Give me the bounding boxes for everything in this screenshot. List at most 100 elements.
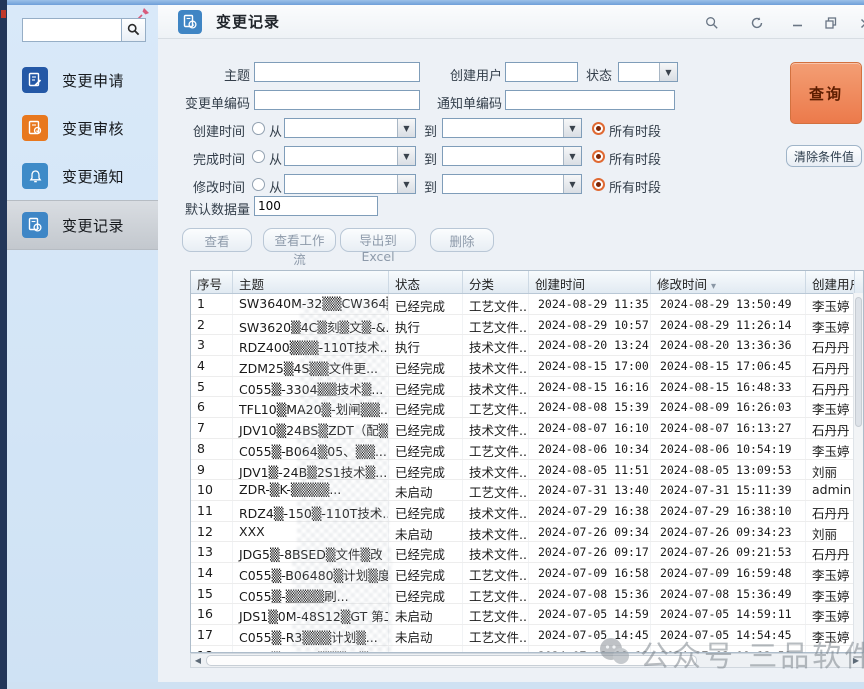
modify-from-date-dropdown[interactable]: ▼ — [284, 174, 416, 194]
column-header-3[interactable]: 分类 — [463, 271, 529, 293]
table-row[interactable]: 17C055▒-R3▒▒▒计划▒...未启动工艺文件...2024-07-05 … — [191, 625, 863, 646]
search-button[interactable] — [121, 18, 146, 42]
cell: 2024-07-09 16:59:48 — [651, 563, 806, 583]
cell: 2024-07-08 15:36:49 — [651, 584, 806, 604]
vertical-scrollbar-thumb[interactable] — [855, 297, 862, 427]
cell: 李玉婷 — [806, 315, 855, 335]
cell: 技术文件... — [463, 501, 529, 521]
clear-conditions-button[interactable]: 清除条件值 — [786, 145, 862, 167]
table-row[interactable]: 16JDS1▒0M-48S12▒GT 第二...未启动工艺文件...2024-0… — [191, 604, 863, 625]
table-row[interactable]: 14C055▒-B06480▒计划▒度单已经完成工艺文件...2024-07-0… — [191, 563, 863, 584]
view-button[interactable]: 查看 — [182, 228, 252, 252]
table-row[interactable]: 7JDV10▒24BS▒ZDT（配▒...已经完成技术文件...2024-08-… — [191, 418, 863, 439]
cell: admin — [806, 480, 855, 500]
cell: 工艺文件... — [463, 646, 529, 653]
finish-to-date-dropdown[interactable]: ▼ — [442, 146, 582, 166]
sidebar-item-change-request[interactable]: 变更申请 — [7, 56, 158, 104]
sidebar-item-change-review[interactable]: 变更审核 — [7, 104, 158, 152]
to-label: 到 — [423, 149, 437, 168]
table-row[interactable]: 5C055▒-3304▒▒技术▒...已经完成技术文件...2024-08-15… — [191, 377, 863, 398]
cell: 1 — [191, 294, 233, 314]
column-header-5[interactable]: 修改时间▾ — [651, 271, 806, 293]
finish-from-date-dropdown[interactable]: ▼ — [284, 146, 416, 166]
status-dropdown[interactable]: ▼ — [618, 62, 678, 82]
cell: 李玉婷 — [806, 604, 855, 624]
all-period-radio[interactable] — [592, 178, 605, 191]
table-row[interactable]: 11RDZ4▒-150▒-110T技术...已经完成技术文件...2024-07… — [191, 501, 863, 522]
change-code-input[interactable] — [254, 90, 420, 110]
range-radio[interactable] — [252, 178, 265, 191]
cell: JDV10▒24BS▒ZDT（配▒... — [233, 418, 389, 438]
table-row[interactable]: 18C055▒-R304▒▒▒刷▒...已经完成工艺文件...2024-07-0… — [191, 646, 863, 653]
column-header-4[interactable]: 创建时间 — [529, 271, 651, 293]
cell: 2024-08-15 16:48:33 — [651, 377, 806, 397]
table-row[interactable]: 10ZDR-▒K-▒▒▒▒...未启动工艺文件...2024-07-31 13:… — [191, 480, 863, 501]
restore-icon[interactable] — [822, 14, 840, 32]
to-label: 到 — [423, 121, 437, 140]
subject-input[interactable] — [254, 62, 420, 82]
table-row[interactable]: 9JDV1▒-24B▒2S1技术▒...已经完成技术文件...2024-08-0… — [191, 460, 863, 481]
scroll-right-arrow-icon[interactable]: ▶ — [849, 654, 863, 667]
delete-button[interactable]: 删除 — [430, 228, 494, 252]
cell: C055▒-B064▒05、▒▒... — [233, 439, 389, 459]
view-workflow-button[interactable]: 查看工作流 — [263, 228, 336, 252]
create-user-input[interactable] — [505, 62, 578, 82]
table-row[interactable]: 15C055▒-▒▒▒▒刷...已经完成工艺文件...2024-07-08 15… — [191, 584, 863, 605]
cell: 2024-07-02 09:13:59 — [651, 646, 806, 653]
table-row[interactable]: 4ZDM25▒4S▒▒文件更...已经完成技术文件...2024-08-15 1… — [191, 356, 863, 377]
doc-record-icon — [178, 10, 202, 34]
table-row[interactable]: 8C055▒-B064▒05、▒▒...已经完成工艺文件...2024-08-0… — [191, 439, 863, 460]
horizontal-scrollbar[interactable]: ◀ ▶ — [190, 653, 864, 668]
column-header-2[interactable]: 状态 — [389, 271, 463, 293]
table-row[interactable]: 3RDZ400▒▒▒-110T技术...执行技术文件...2024-08-20 … — [191, 335, 863, 356]
horizontal-scrollbar-thumb[interactable] — [206, 655, 697, 666]
cell: 工艺文件... — [463, 625, 529, 645]
range-radio[interactable] — [252, 122, 265, 135]
table-row[interactable]: 13JDG5▒-8BSED▒文件▒改已经完成技术文件...2024-07-26 … — [191, 542, 863, 563]
range-radio[interactable] — [252, 150, 265, 163]
vertical-scrollbar[interactable] — [853, 293, 863, 652]
query-button[interactable]: 查询 — [790, 62, 862, 124]
cell: 未启动 — [389, 522, 463, 542]
default-rows-input[interactable] — [254, 196, 378, 216]
chevron-down-icon: ▼ — [397, 147, 415, 165]
create-from-date-dropdown[interactable]: ▼ — [284, 118, 416, 138]
table-row[interactable]: 6TFL10▒MA20▒-划闸▒▒...已经完成工艺文件...2024-08-0… — [191, 397, 863, 418]
table-row[interactable]: 2SW3620▒4C▒刻▒文▒-&...执行工艺文件...2024-08-29 … — [191, 315, 863, 336]
sidebar-item-change-notice[interactable]: 变更通知 — [7, 152, 158, 200]
sidebar-item-change-records[interactable]: 变更记录 — [7, 200, 158, 250]
all-period-radio[interactable] — [592, 150, 605, 163]
cell: 李玉婷 — [806, 563, 855, 583]
table-row[interactable]: 1SW3640M-32▒▒CW364▒-...已经完成工艺文件...2024-0… — [191, 294, 863, 315]
all-period-label: 所有时段 — [609, 177, 665, 196]
export-excel-button[interactable]: 导出到Excel — [340, 228, 416, 252]
cell: 技术文件... — [463, 377, 529, 397]
table-header: 序号主题状态分类创建时间修改时间▾创建用户 — [191, 271, 863, 294]
table-row[interactable]: 12XXX未启动技术文件...2024-07-26 09:34:232024-0… — [191, 522, 863, 543]
column-header-6[interactable]: 创建用户 — [806, 271, 855, 293]
close-icon[interactable] — [856, 14, 864, 32]
create-to-date-dropdown[interactable]: ▼ — [442, 118, 582, 138]
all-period-radio[interactable] — [592, 122, 605, 135]
minimize-icon[interactable] — [788, 14, 806, 32]
cell: C055▒-3304▒▒技术▒... — [233, 377, 389, 397]
titlebar-search-icon[interactable] — [703, 14, 721, 32]
scroll-left-arrow-icon[interactable]: ◀ — [191, 654, 205, 667]
refresh-icon[interactable] — [748, 14, 766, 32]
cell: 刘丽 — [806, 460, 855, 480]
notice-code-input[interactable] — [505, 90, 675, 110]
cell: 已经完成 — [389, 294, 463, 314]
action-bar: 查看 查看工作流 导出到Excel 删除 — [158, 228, 864, 256]
from-label: 从 — [268, 121, 282, 140]
column-header-0[interactable]: 序号 — [191, 271, 233, 293]
cell: 李玉婷 — [806, 294, 855, 314]
window-bottom-border — [7, 682, 864, 689]
modify-to-date-dropdown[interactable]: ▼ — [442, 174, 582, 194]
column-header-1[interactable]: 主题 — [233, 271, 389, 293]
sidebar-search-input[interactable] — [22, 18, 121, 42]
cell: 4 — [191, 356, 233, 376]
cell: 工艺文件... — [463, 604, 529, 624]
cell: 2024-08-20 13:24:56 — [529, 335, 651, 355]
search-icon — [127, 21, 140, 40]
cell: 15 — [191, 584, 233, 604]
